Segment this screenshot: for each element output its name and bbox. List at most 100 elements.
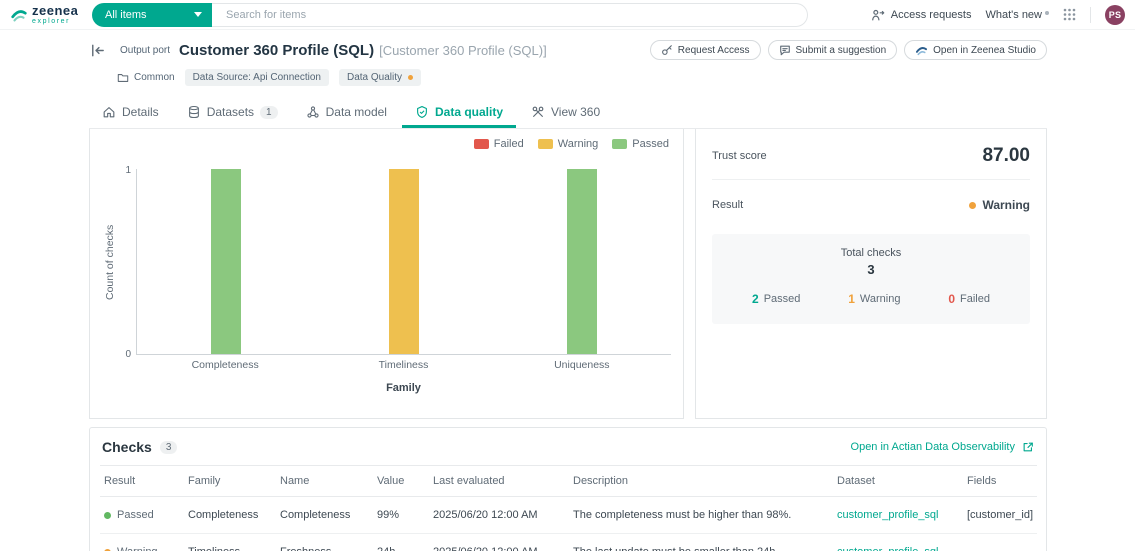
main-content: Output port Customer 360 Profile (SQL) […	[0, 30, 1135, 551]
tab-view-360-label: View 360	[551, 105, 600, 119]
tab-data-quality-label: Data quality	[435, 105, 503, 119]
failed-swatch	[474, 139, 489, 149]
tab-data-quality[interactable]: Data quality	[402, 98, 516, 128]
bar-slot-timeliness	[315, 169, 493, 354]
check-row-2-result: Warning	[100, 534, 184, 551]
tab-datasets-label: Datasets	[207, 105, 254, 119]
col-last-evaluated: Last evaluated	[429, 465, 569, 497]
scope-selector-button[interactable]: All items	[92, 3, 212, 27]
check-row-1-name: Completeness	[276, 497, 373, 534]
check-row-2-dataset: customer_profile_sql	[833, 534, 963, 551]
entity-header: Output port Customer 360 Profile (SQL) […	[89, 40, 1047, 60]
tab-details-label: Details	[122, 105, 159, 119]
quality-summary-card: Trust score 87.00 Result Warning Total c…	[695, 129, 1047, 419]
check-row-1-result-label: Passed	[117, 509, 154, 521]
bar-timeliness	[389, 169, 419, 354]
stat-passed: 2 Passed	[752, 292, 800, 306]
check-row-1-family: Completeness	[184, 497, 276, 534]
x-axis-categories: Completeness Timeliness Uniqueness	[136, 355, 671, 373]
search-input[interactable]	[212, 3, 808, 27]
topbar: zeenea explorer All items Access request…	[0, 0, 1135, 30]
data-quality-tag-label: Data Quality	[347, 72, 402, 83]
open-observability-link[interactable]: Open in Actian Data Observability	[851, 441, 1034, 453]
zeenea-logo[interactable]: zeenea explorer	[10, 4, 82, 25]
access-requests-label: Access requests	[891, 9, 972, 21]
check-row-2-description: The last update must be smaller than 24h…	[569, 534, 833, 551]
checks-title: Checks	[102, 439, 152, 455]
check-row-2-result-label: Warning	[117, 546, 158, 551]
x-axis-label: Family	[136, 373, 671, 399]
chart-legend: Failed Warning Passed	[474, 138, 669, 150]
access-requests-link[interactable]: Access requests	[871, 8, 972, 22]
y-tick-0: 0	[125, 349, 131, 360]
col-family: Family	[184, 465, 276, 497]
chevron-down-icon	[194, 12, 202, 17]
legend-item-passed: Passed	[612, 138, 669, 150]
topbar-right: Access requests What's new PS	[871, 5, 1125, 25]
tools-icon	[531, 105, 545, 119]
check-row-2-family: Timeliness	[184, 534, 276, 551]
open-in-studio-label: Open in Zeenea Studio	[933, 45, 1036, 56]
col-description: Description	[569, 465, 833, 497]
result-value: Warning	[969, 198, 1030, 212]
check-row-1-dataset: customer_profile_sql	[833, 497, 963, 534]
entity-type-label: Output port	[120, 45, 170, 56]
chart-plot-area	[136, 169, 671, 355]
result-status-dot	[969, 202, 976, 209]
brand-name: zeenea	[32, 4, 78, 17]
total-checks-box: Total checks 3 2 Passed 1 Warning 0 Fail…	[712, 234, 1030, 324]
submit-suggestion-button[interactable]: Submit a suggestion	[768, 40, 898, 60]
request-access-button[interactable]: Request Access	[650, 40, 761, 60]
checks-by-family-chart-card: Failed Warning Passed Count of checks 1 …	[89, 129, 684, 419]
header-actions: Request Access Submit a suggestion Open …	[650, 40, 1047, 60]
global-search: All items	[92, 3, 808, 27]
col-result: Result	[100, 465, 184, 497]
dataset-link[interactable]: customer_profile_sql	[837, 546, 939, 551]
check-row-2-value: 24h	[373, 534, 429, 551]
whats-new-badge-dot	[1045, 11, 1049, 15]
status-dot-passed	[104, 512, 111, 519]
legend-warning-label: Warning	[558, 138, 599, 150]
legend-passed-label: Passed	[632, 138, 669, 150]
legend-item-failed: Failed	[474, 138, 524, 150]
tab-datasets[interactable]: Datasets 1	[174, 98, 291, 128]
back-button[interactable]	[89, 42, 106, 59]
data-quality-panels: Failed Warning Passed Count of checks 1 …	[89, 129, 1047, 419]
dataset-link[interactable]: customer_profile_sql	[837, 509, 939, 521]
tab-data-model-label: Data model	[326, 105, 387, 119]
shield-check-icon	[415, 105, 429, 119]
apps-grid-button[interactable]	[1063, 8, 1076, 21]
home-icon	[102, 105, 116, 119]
tab-view-360[interactable]: View 360	[518, 98, 613, 128]
domain-chip: Common	[117, 72, 175, 84]
checks-count-badge: 3	[160, 441, 178, 454]
tab-details[interactable]: Details	[89, 98, 172, 128]
check-row-2-last-evaluated: 2025/06/20 12:00 AM	[429, 534, 569, 551]
col-dataset: Dataset	[833, 465, 963, 497]
topbar-divider	[1090, 7, 1091, 23]
whats-new-label: What's new	[985, 9, 1042, 21]
stat-failed-count: 0	[948, 292, 955, 306]
col-fields: Fields	[963, 465, 1037, 497]
access-requests-icon	[871, 8, 885, 22]
x-tick-timeliness: Timeliness	[314, 359, 492, 373]
x-tick-completeness: Completeness	[136, 359, 314, 373]
tab-data-model[interactable]: Data model	[293, 98, 400, 128]
stat-failed: 0 Failed	[948, 292, 990, 306]
suggestion-icon	[779, 44, 791, 56]
passed-swatch	[612, 139, 627, 149]
stat-warning-count: 1	[848, 292, 855, 306]
stat-failed-label: Failed	[960, 293, 990, 305]
legend-failed-label: Failed	[494, 138, 524, 150]
whats-new-link[interactable]: What's new	[985, 9, 1049, 21]
bar-uniqueness	[567, 169, 597, 354]
open-in-studio-button[interactable]: Open in Zeenea Studio	[904, 40, 1047, 60]
entity-meta: Common Data Source: Api Connection Data …	[117, 69, 1047, 86]
user-avatar[interactable]: PS	[1105, 5, 1125, 25]
apps-grid-icon	[1063, 8, 1076, 21]
folder-icon	[117, 72, 129, 84]
domain-label: Common	[134, 72, 175, 83]
database-icon	[187, 105, 201, 119]
trust-score-row: Trust score 87.00	[712, 145, 1030, 180]
page-subtitle: [Customer 360 Profile (SQL)]	[379, 43, 547, 58]
